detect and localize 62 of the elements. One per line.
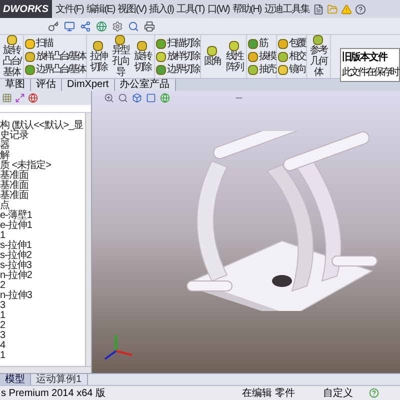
tree-item[interactable]: 2: [0, 281, 6, 291]
tooltip-title: 旧版本文件: [342, 50, 387, 65]
ribbon-button[interactable]: 扫描: [25, 38, 85, 50]
tree-item[interactable]: n-拉伸2: [0, 271, 32, 281]
menu-item[interactable]: 插入(I): [149, 2, 174, 16]
ribbon-button[interactable]: 旋转凸台/基体: [1, 35, 22, 78]
tree-item[interactable]: 3: [0, 331, 6, 341]
tree-item[interactable]: 构 (默认<<默认>_显: [0, 121, 84, 131]
tree-item[interactable]: 点: [0, 201, 10, 211]
tree-item[interactable]: e-薄壁1: [0, 211, 32, 221]
command-tab[interactable]: 办公室产品: [114, 79, 176, 91]
status-text: 在编辑 零件: [242, 386, 295, 400]
ribbon-button[interactable]: 边界切除: [156, 64, 199, 76]
tree-item[interactable]: 基准面: [0, 191, 28, 201]
tree-item[interactable]: s-拉伸2: [0, 251, 32, 261]
tree-item[interactable]: e-拉伸1: [0, 221, 32, 231]
menu-item[interactable]: 迈迪工具集: [264, 2, 310, 16]
menu-item[interactable]: 编辑(E): [86, 2, 115, 16]
tree-item[interactable]: s-拉伸3: [0, 261, 32, 271]
tree-item[interactable]: 史记录: [0, 131, 28, 141]
tree-item[interactable]: s-拉伸1: [0, 241, 32, 251]
command-tab[interactable]: DimXpert: [62, 79, 115, 91]
ribbon-button[interactable]: 拉伸切除: [88, 40, 109, 72]
ribbon-button[interactable]: 边界凸台/基体: [25, 64, 85, 76]
tree-item[interactable]: 器: [0, 141, 10, 151]
ribbon-button[interactable]: 圆角: [202, 46, 223, 67]
tree-item[interactable]: 基准面: [0, 171, 28, 181]
ribbon-button[interactable]: 拔模: [248, 50, 275, 62]
ribbon-button[interactable]: 线性阵列: [224, 40, 245, 72]
tree-item[interactable]: 基准面: [0, 181, 28, 191]
status-text: s Premium 2014 x64 版: [1, 386, 106, 400]
menu-item[interactable]: 口(W): [207, 2, 230, 16]
ribbon-button[interactable]: 参考几何体: [308, 35, 329, 78]
ribbon-button[interactable]: 扫描切除: [156, 38, 199, 50]
tree-item[interactable]: n-拉伸3: [0, 291, 32, 301]
tree-item[interactable]: 解: [0, 151, 10, 161]
tree-item[interactable]: 1: [0, 351, 6, 361]
tree-item[interactable]: 2: [0, 321, 6, 331]
tree-item[interactable]: 4: [0, 341, 6, 351]
tree-item[interactable]: 1: [0, 311, 6, 321]
app-logo: DWORKS: [0, 0, 52, 18]
tooltip-text: 此文件在保存时: [342, 66, 398, 80]
menu-item[interactable]: 文件(F): [56, 2, 84, 16]
menu-item[interactable]: 视图(V): [118, 2, 146, 16]
tree-item[interactable]: 质 <未指定>: [0, 161, 51, 171]
model-tab[interactable]: 模型: [0, 374, 31, 385]
ribbon-button[interactable]: 相交: [278, 50, 305, 62]
ribbon-button[interactable]: 包覆: [278, 38, 305, 50]
command-tab[interactable]: 草图: [0, 79, 31, 91]
units-text: 自定义: [323, 386, 353, 400]
ribbon-button[interactable]: 放样切除: [156, 50, 199, 62]
tree-item[interactable]: 1: [0, 231, 6, 241]
menu-item[interactable]: 帮助(H): [232, 2, 262, 16]
ribbon-button[interactable]: 旋转切除: [132, 40, 153, 72]
menu-item[interactable]: 工具(T): [176, 2, 204, 16]
ribbon-button[interactable]: 异型孔向导: [110, 35, 131, 78]
ribbon-button[interactable]: 镜向: [278, 64, 305, 76]
ribbon-button[interactable]: 筋: [248, 38, 275, 50]
ribbon-button[interactable]: 抽壳: [248, 64, 275, 76]
ribbon-button[interactable]: 放样凸台/基体: [25, 50, 85, 62]
command-tab[interactable]: 评估: [31, 79, 62, 91]
tree-item[interactable]: 3: [0, 301, 6, 311]
